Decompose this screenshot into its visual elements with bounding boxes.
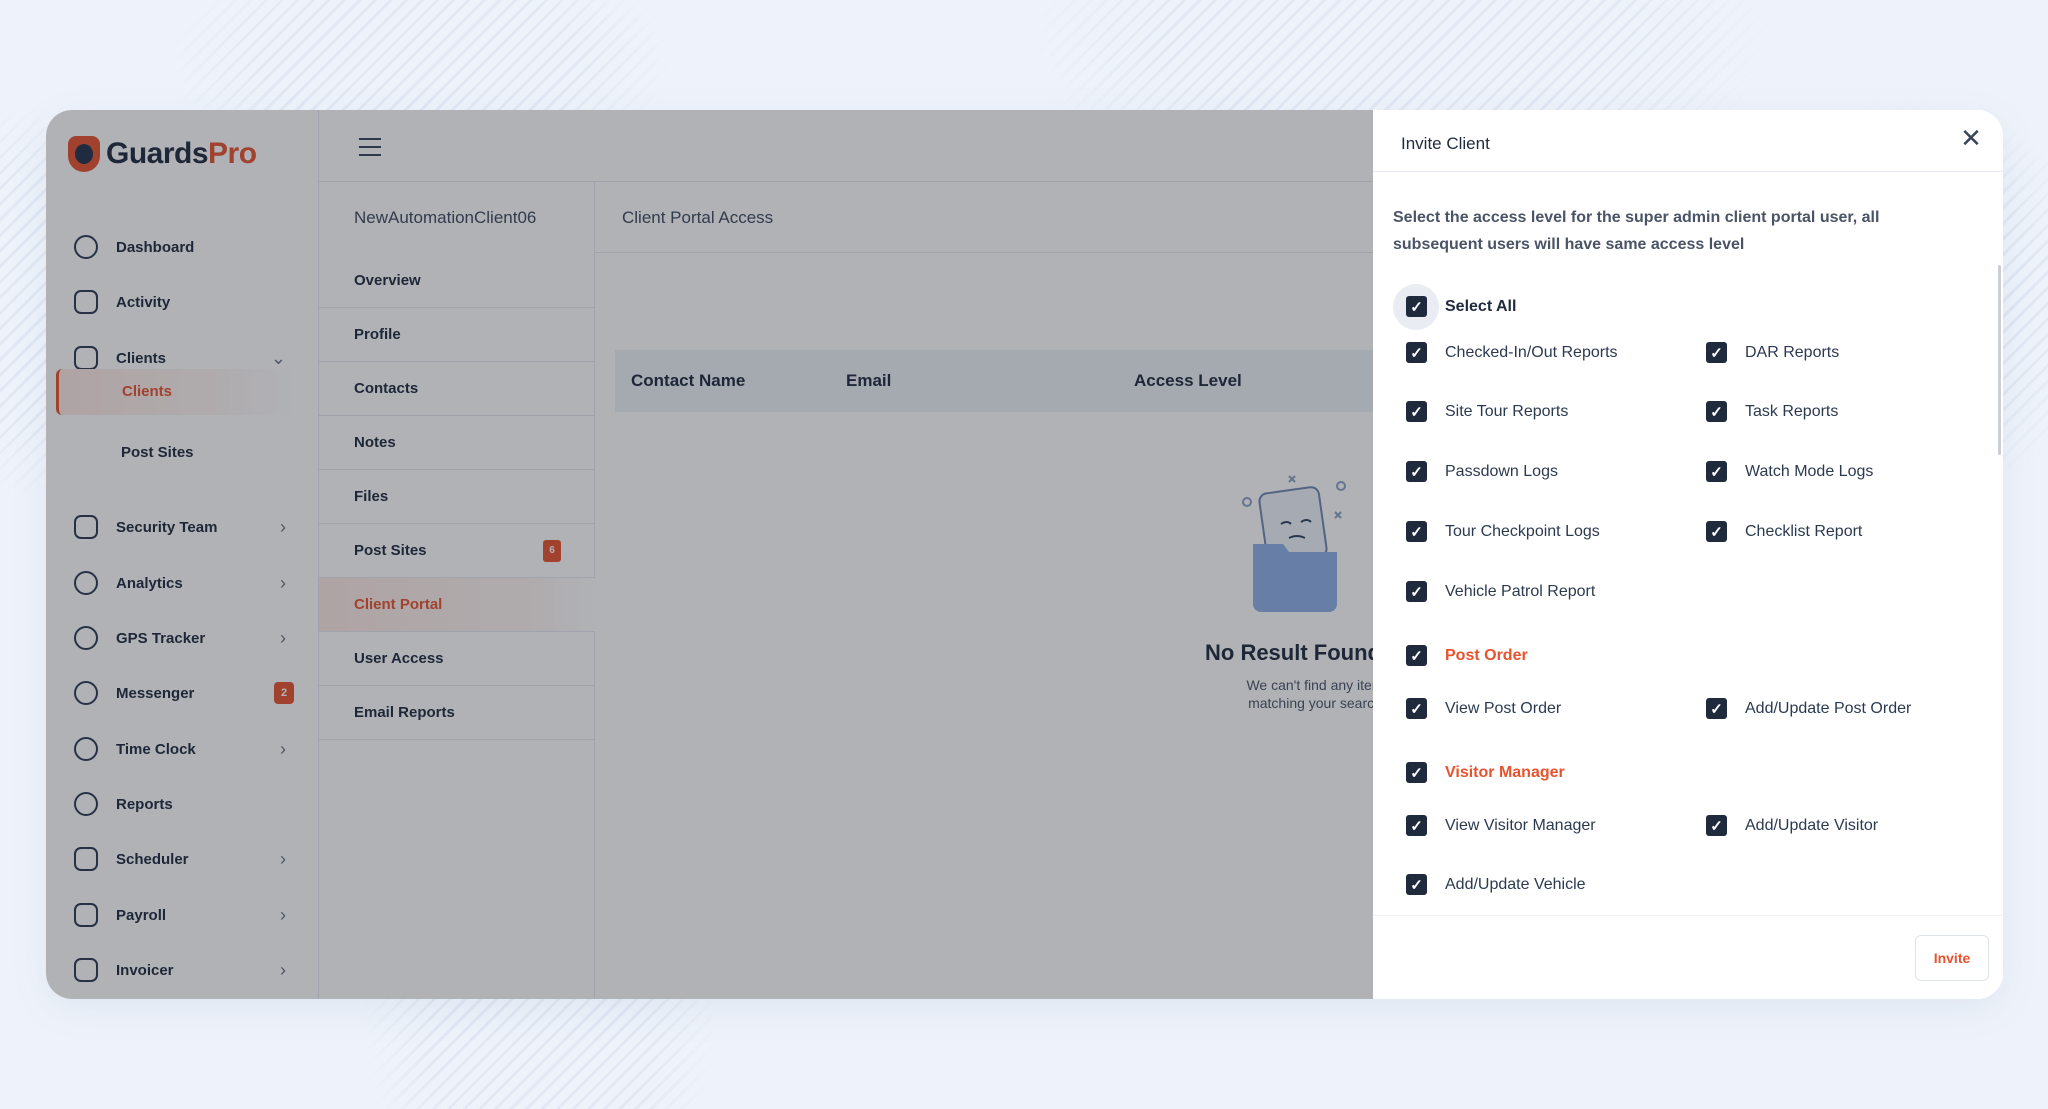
check-icon: ✓: [1406, 645, 1427, 666]
drawer-title: Invite Client: [1401, 134, 1490, 153]
check-icon: ✓: [1406, 698, 1427, 719]
checkbox-add-update-vehicle[interactable]: ✓ Add/Update Vehicle: [1406, 874, 1586, 895]
check-icon: ✓: [1406, 342, 1427, 363]
check-icon: ✓: [1406, 874, 1427, 895]
access-level-description: Select the access level for the super ad…: [1393, 209, 1880, 253]
close-icon[interactable]: ✕: [1957, 124, 1985, 152]
select-all-checkbox[interactable]: ✓ Select All: [1406, 296, 1516, 317]
invite-button[interactable]: Invite: [1915, 935, 1989, 981]
checkbox-view-visitor-manager[interactable]: ✓ View Visitor Manager: [1406, 815, 1596, 836]
invite-client-drawer: Invite Client ✕ Select the access level …: [1373, 110, 2003, 999]
check-icon: ✓: [1706, 521, 1727, 542]
checkbox-dar-reports[interactable]: ✓ DAR Reports: [1706, 342, 1839, 363]
check-icon: ✓: [1706, 401, 1727, 422]
check-icon: ✓: [1706, 461, 1727, 482]
checkbox-tour-checkpoint-logs[interactable]: ✓ Tour Checkpoint Logs: [1406, 521, 1600, 542]
checkbox-add-update-post-order[interactable]: ✓ Add/Update Post Order: [1706, 698, 1911, 719]
check-icon: ✓: [1406, 401, 1427, 422]
check-icon: ✓: [1406, 461, 1427, 482]
checkbox-vehicle-patrol-report[interactable]: ✓ Vehicle Patrol Report: [1406, 581, 1595, 602]
check-icon: ✓: [1406, 581, 1427, 602]
checkbox-task-reports[interactable]: ✓ Task Reports: [1706, 401, 1838, 422]
checkbox-checklist-report[interactable]: ✓ Checklist Report: [1706, 521, 1862, 542]
check-icon: ✓: [1406, 296, 1427, 317]
check-icon: ✓: [1406, 521, 1427, 542]
modal-backdrop[interactable]: [46, 110, 1373, 999]
app-window: GuardsPro Dashboard Activity Clients ⌄ C…: [46, 110, 2003, 999]
checkbox-add-update-visitor[interactable]: ✓ Add/Update Visitor: [1706, 815, 1878, 836]
drawer-header: Invite Client ✕: [1373, 110, 2003, 172]
checkbox-visitor-manager[interactable]: ✓ Visitor Manager: [1406, 762, 1565, 783]
check-icon: ✓: [1706, 815, 1727, 836]
check-icon: ✓: [1706, 698, 1727, 719]
checkbox-passdown-logs[interactable]: ✓ Passdown Logs: [1406, 461, 1558, 482]
drawer-footer-divider: [1373, 915, 2003, 916]
checkbox-site-tour-reports[interactable]: ✓ Site Tour Reports: [1406, 401, 1568, 422]
checkbox-watch-mode-logs[interactable]: ✓ Watch Mode Logs: [1706, 461, 1873, 482]
scrollbar[interactable]: [1998, 265, 2001, 455]
check-icon: ✓: [1406, 815, 1427, 836]
check-icon: ✓: [1706, 342, 1727, 363]
checkbox-checked-in-out-reports[interactable]: ✓ Checked-In/Out Reports: [1406, 342, 1618, 363]
checkbox-post-order[interactable]: ✓ Post Order: [1406, 645, 1528, 666]
checkbox-view-post-order[interactable]: ✓ View Post Order: [1406, 698, 1561, 719]
check-icon: ✓: [1406, 762, 1427, 783]
